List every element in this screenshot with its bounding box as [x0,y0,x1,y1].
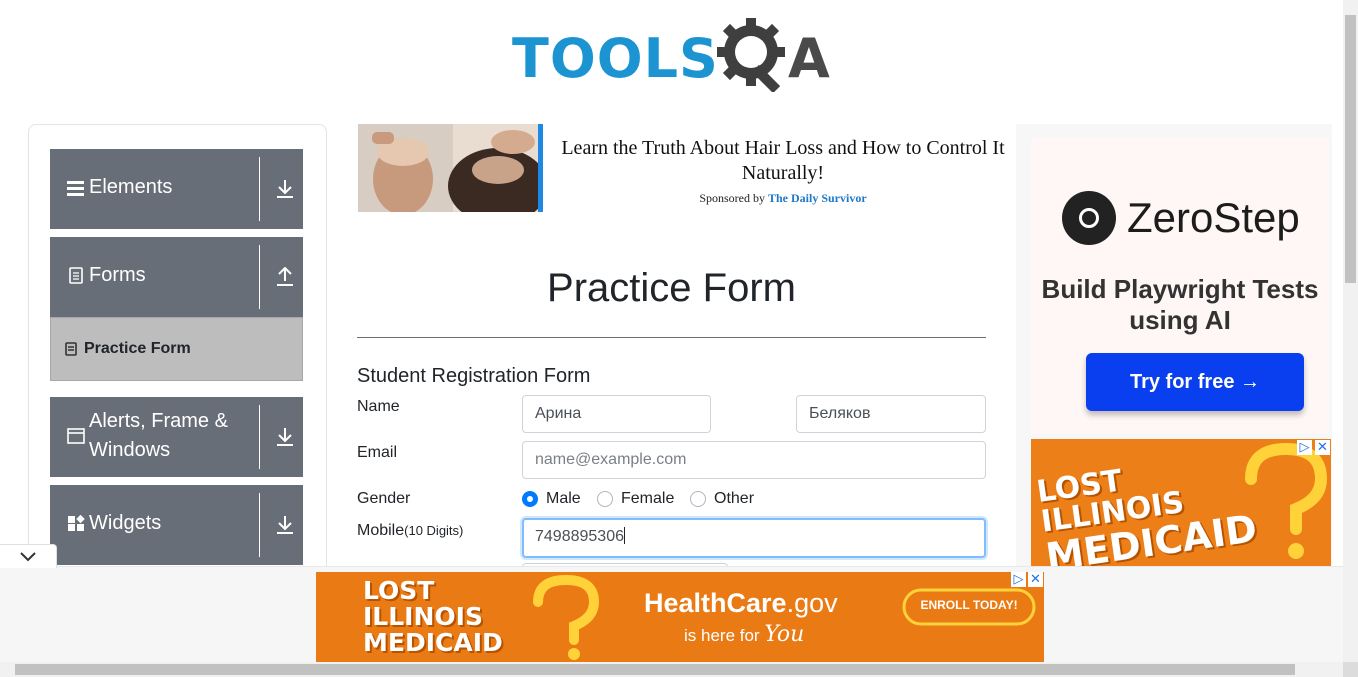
sidebar-group-elements[interactable]: Elements [50,149,303,229]
divider [357,337,986,338]
try-for-free-button[interactable]: Try for free → [1086,353,1304,411]
ad-accent-bar [538,124,543,212]
vertical-scrollbar-thumb[interactable] [1345,15,1356,283]
chevron-down-icon [20,552,36,562]
healthcare-gov-logo: HealthCare.gov [644,588,838,619]
sidebar-group-forms[interactable]: Forms [50,237,303,317]
sidebar-group-label: Forms [89,264,146,286]
ad-sidebar-right: ZeroStep Build Playwright Tests using AI… [1016,124,1332,567]
close-ad-icon[interactable]: ✕ [1315,440,1330,455]
mobile-input[interactable]: 7498895306 [522,518,986,558]
gender-other-label[interactable]: Other [714,489,754,509]
ad-subtitle-you: You [764,622,805,647]
toolsqa-logo[interactable]: TOOLS A [512,14,837,92]
sidebar-group-label: Elements [89,176,173,198]
first-name-input[interactable]: Арина [522,395,711,433]
mobile-label: Mobile(10 Digits) [357,521,463,541]
download-icon[interactable] [276,515,294,535]
horizontal-scrollbar-thumb[interactable] [15,664,1295,675]
zerostep-tagline: Build Playwright Tests using AI [1041,274,1319,335]
ad-zerostep[interactable]: ZeroStep Build Playwright Tests using AI… [1031,138,1329,434]
divider [259,157,260,221]
gender-label: Gender [357,490,411,507]
document-icon [69,267,83,284]
mobile-label-text: Mobile [357,522,405,539]
last-name-input[interactable]: Беляков [796,395,986,433]
ad-banner-hair-loss[interactable]: Learn the Truth About Hair Loss and How … [358,124,1008,212]
vertical-scrollbar[interactable] [1343,0,1358,662]
ad-line-illinois: ILLINOIS [363,602,483,631]
widgets-icon [68,515,85,531]
email-label: Email [357,444,398,461]
ad-sponsor-prefix: Sponsored by [699,191,765,205]
window-icon [67,428,85,444]
collapse-ad-button[interactable] [0,544,57,568]
email-input[interactable]: name@example.com [522,441,986,479]
mobile-value: 7498895306 [535,528,624,545]
ad-line-lost: LOST [363,576,435,605]
logo-text-tools: TOOLS [512,27,719,90]
ad-sponsor-name[interactable]: The Daily Survivor [768,191,867,205]
sidebar-group-alerts[interactable]: Alerts, Frame & Windows [50,397,303,477]
form-title: Student Registration Form [357,365,591,387]
divider [259,245,260,309]
text-cursor [623,527,625,544]
ad-medicaid-right[interactable]: LOST ILLINOIS MEDICAID [1031,439,1331,567]
download-icon[interactable] [276,179,294,199]
gender-female-radio[interactable] [597,491,613,507]
sidebar-item-label: Practice Form [84,340,191,357]
name-label: Name [357,398,400,415]
divider [259,405,260,469]
gender-male-radio[interactable] [522,491,538,507]
sidebar: Elements Forms Practice Form Alerts, Fra… [28,124,327,584]
sidebar-group-label: Alerts, Frame & Windows [89,410,228,461]
horizontal-scrollbar[interactable] [0,662,1343,677]
gender-other-radio[interactable] [690,491,706,507]
ad-sponsor: Sponsored by The Daily Survivor [558,191,1008,206]
adchoices-icon[interactable]: ▷ [1297,440,1312,455]
zerostep-brand: ZeroStep [1127,194,1300,241]
ad-banner-medicaid[interactable]: LOST ILLINOIS MEDICAID HealthCare.gov is… [316,572,1044,662]
adchoices-icon[interactable]: ▷ [1011,572,1026,587]
zerostep-logo-icon [1062,191,1116,245]
sidebar-group-label: Widgets [89,512,162,534]
download-icon[interactable] [276,427,294,447]
mobile-hint: (10 Digits) [404,523,464,538]
gov-text: .gov [786,588,838,618]
upload-icon[interactable] [276,267,294,287]
ad-subtitle-text: is here for [684,626,765,645]
healthcare-text: HealthCare [644,588,787,618]
gender-male-label[interactable]: Male [546,489,581,509]
scrollbar-corner [1343,662,1358,677]
ad-subtitle: is here for You [684,622,804,647]
enroll-today-button[interactable]: ENROLL TODAY! [904,598,1034,612]
ad-headline[interactable]: Learn the Truth About Hair Loss and How … [558,136,1008,186]
sidebar-item-practice-form[interactable]: Practice Form [50,317,303,381]
logo-text-a: A [788,27,830,90]
sidebar-group-widgets[interactable]: Widgets [50,485,303,565]
page: TOOLS A Elements Forms Practice Form Ale… [0,0,1358,677]
gear-magnifier-icon [717,18,785,92]
ad-line-medicaid: MEDICAID [363,628,503,657]
page-title: Practice Form [547,266,796,310]
ad-image [358,124,543,212]
divider [259,493,260,557]
close-ad-icon[interactable]: ✕ [1028,572,1043,587]
gender-female-label[interactable]: Female [621,489,674,509]
hamburger-icon [67,181,84,196]
form-icon [65,342,77,356]
